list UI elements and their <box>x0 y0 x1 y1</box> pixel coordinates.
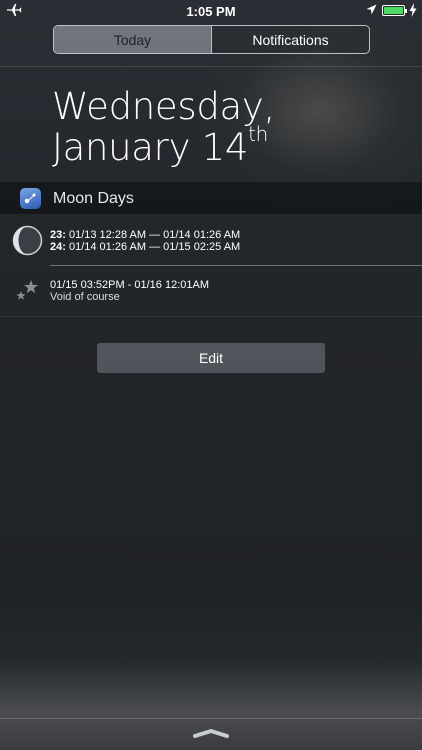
bottom-divider <box>0 718 422 719</box>
date-weekday: Wednesday, <box>52 85 275 128</box>
moon-day-line: 24: 01/14 01:26 AM — 01/15 02:25 AM <box>50 241 240 253</box>
void-label: Void of course <box>50 291 120 303</box>
tab-today[interactable]: Today <box>54 26 211 53</box>
moon-day-number: 24: <box>50 241 66 253</box>
moon-days-text: 23: 01/13 12:28 AM — 01/14 01:26 AM 24: … <box>50 229 240 253</box>
date-month-day-text: January 14 <box>52 126 249 169</box>
void-of-course-text: 01/15 03:52PM - 01/16 12:01AM Void of co… <box>50 279 209 303</box>
location-arrow-icon <box>366 4 377 15</box>
widget-header[interactable]: Moon Days <box>0 182 422 214</box>
status-time: 1:05 PM <box>186 4 236 19</box>
grabber-handle-icon[interactable] <box>192 728 230 738</box>
date-ordinal-suffix: th <box>248 122 269 146</box>
widget-bottom-divider <box>0 316 422 317</box>
battery-icon <box>382 5 407 16</box>
stars-icon <box>16 280 38 300</box>
moon-days-app-icon <box>20 188 41 209</box>
date-heading: Wednesday, January 14th <box>52 86 275 168</box>
view-switcher: Today Notifications <box>53 25 370 54</box>
edit-button[interactable]: Edit <box>97 343 325 373</box>
moon-day-number: 23: <box>50 229 66 241</box>
widget-title: Moon Days <box>53 190 134 207</box>
tab-notifications[interactable]: Notifications <box>211 26 369 53</box>
date-month-day: January 14th <box>52 123 275 169</box>
charging-icon <box>409 3 417 17</box>
moon-phase-icon <box>12 225 43 256</box>
status-bar: 1:05 PM <box>0 0 422 22</box>
moon-days-row: 23: 01/13 12:28 AM — 01/14 01:26 AM 24: … <box>0 222 422 266</box>
moon-day-range: 01/14 01:26 AM — 01/15 02:25 AM <box>68 241 241 253</box>
void-of-course-row: 01/15 03:52PM - 01/16 12:01AM Void of co… <box>0 272 422 316</box>
row-divider <box>50 265 422 266</box>
moon-day-line: 23: 01/13 12:28 AM — 01/14 01:26 AM <box>50 229 240 241</box>
void-range: 01/15 03:52PM - 01/16 12:01AM <box>50 279 209 291</box>
moon-day-range: 01/13 12:28 AM — 01/14 01:26 AM <box>68 229 241 241</box>
header-divider <box>0 66 422 67</box>
